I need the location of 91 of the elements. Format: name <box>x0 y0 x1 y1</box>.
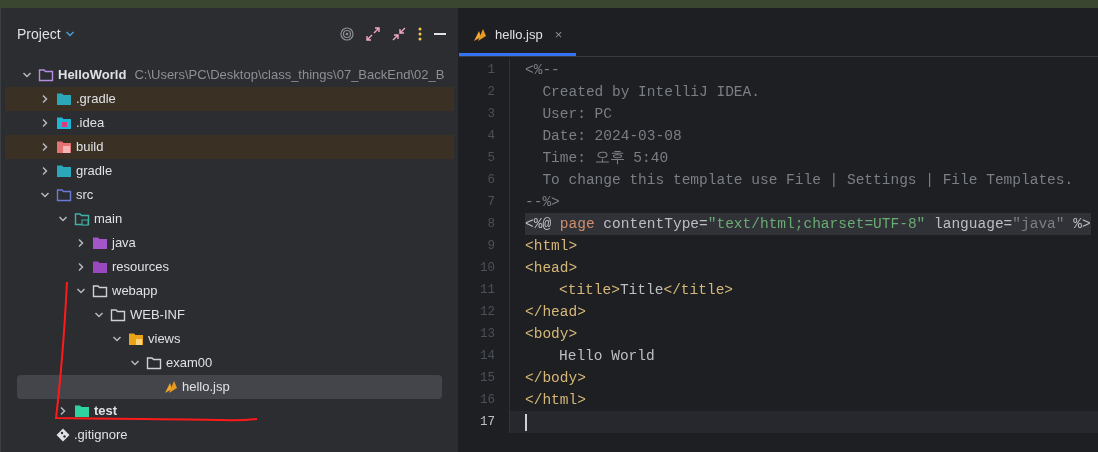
tree-item-label: WEB-INF <box>130 306 185 325</box>
tree-item[interactable]: gradle <box>5 159 454 183</box>
chevron-down-icon[interactable] <box>112 334 122 344</box>
code-line: Date: 2024-03-08 <box>541 127 682 146</box>
close-tab-button[interactable]: × <box>554 24 563 45</box>
folder-icon <box>110 308 126 322</box>
code-line: </body> <box>525 369 586 388</box>
folder-icon <box>56 140 72 154</box>
tree-item[interactable]: webapp <box>5 279 454 303</box>
chevron-down-icon[interactable] <box>58 214 68 224</box>
tree-item-label: src <box>76 186 94 205</box>
tree-item-label: hello.jsp <box>182 378 230 397</box>
collapse-icon[interactable] <box>392 27 406 41</box>
folder-icon <box>56 188 72 202</box>
project-path: C:\Users\PC\Desktop\class_things\07_BackEnd\02_B <box>134 66 445 85</box>
chevron-right-icon[interactable] <box>58 406 68 416</box>
folder-icon <box>92 284 108 298</box>
tree-item-label: .gitignore <box>74 426 128 445</box>
folder-icon <box>56 116 72 130</box>
line-number: 17 <box>479 413 496 431</box>
code-line: Created by IntelliJ IDEA. <box>541 83 760 102</box>
chevron-down-icon[interactable] <box>130 358 140 368</box>
chevron-right-icon[interactable] <box>40 166 50 176</box>
chevron-right-icon[interactable] <box>40 118 50 128</box>
folder-icon <box>128 332 144 346</box>
chevron-right-icon[interactable] <box>40 142 50 152</box>
tree-item[interactable]: WEB-INF <box>5 303 454 327</box>
tree-item[interactable]: build <box>5 135 454 159</box>
chevron-down-icon[interactable] <box>22 70 32 80</box>
tree-item[interactable]: main <box>5 207 454 231</box>
tree-item-label: webapp <box>112 282 158 301</box>
tree-item[interactable]: .gradle <box>5 87 454 111</box>
jsp-file-icon <box>473 27 487 42</box>
tree-item[interactable]: .gitignore <box>5 423 454 447</box>
tree-item-label: main <box>94 210 123 229</box>
tree-item-label: .idea <box>76 114 105 133</box>
code-line: </head> <box>525 303 586 322</box>
tree-item-label: gradle <box>76 162 113 181</box>
tree-item-label: build <box>76 138 104 157</box>
code-line: </html> <box>525 391 586 410</box>
chevron-down-icon[interactable] <box>94 310 104 320</box>
chevron-right-icon[interactable] <box>40 94 50 104</box>
tree-item-label: .gradle <box>76 90 116 109</box>
chevron-right-icon[interactable] <box>76 262 86 272</box>
code-line: To change this template use File | Settings | File Templates. <box>541 171 1074 190</box>
expand-icon[interactable] <box>366 27 380 41</box>
tree-item[interactable]: src <box>5 183 454 207</box>
code-line: <title>Title</title> <box>558 281 734 300</box>
tree-item-label: exam00 <box>166 354 213 373</box>
tree-item-label: java <box>112 234 136 253</box>
folder-icon <box>146 356 162 370</box>
git-icon <box>56 428 70 442</box>
code-line: <head> <box>525 259 578 278</box>
tree-item[interactable]: test <box>5 399 454 423</box>
text-cursor <box>525 413 527 431</box>
code-line: Hello World <box>558 347 655 366</box>
code-line: --%> <box>525 193 560 212</box>
chevron-right-icon[interactable] <box>76 238 86 248</box>
tree-item-label: views <box>148 330 181 349</box>
minimize-icon[interactable] <box>434 32 446 36</box>
editor-tab[interactable]: hello.jsp × <box>459 16 577 56</box>
code-line: <%-- <box>525 61 560 80</box>
code-line: <html> <box>525 237 578 256</box>
folder-icon <box>92 236 108 250</box>
tab-label: hello.jsp <box>495 25 543 44</box>
tree-item[interactable]: views <box>5 327 454 351</box>
tree-item[interactable]: java <box>5 231 454 255</box>
folder-icon <box>38 68 54 82</box>
folder-icon <box>92 260 108 274</box>
target-icon[interactable] <box>340 27 354 41</box>
code-line: User: PC <box>541 105 612 124</box>
tree-item[interactable]: .idea <box>5 111 454 135</box>
jsp-file-icon <box>164 380 178 394</box>
tree-item[interactable]: hello.jsp <box>17 375 442 399</box>
code-line: <body> <box>525 325 578 344</box>
project-view-dropdown[interactable]: Project <box>17 23 75 45</box>
tree-item[interactable]: HelloWorld C:\Users\PC\Desktop\class_things\07_BackEnd\02_B <box>5 63 454 87</box>
chevron-down-icon[interactable] <box>76 286 86 296</box>
chevron-down-icon <box>64 29 75 39</box>
chevron-down-icon[interactable] <box>40 190 50 200</box>
more-options-icon[interactable] <box>418 27 422 41</box>
folder-icon <box>74 404 90 418</box>
tree-item[interactable]: exam00 <box>5 351 454 375</box>
tree-item-label: test <box>94 402 118 421</box>
code-line: Time: 오후 5:40 <box>541 149 669 168</box>
folder-icon <box>56 92 72 106</box>
tree-item[interactable]: resources <box>5 255 454 279</box>
tree-item-label: resources <box>112 258 170 277</box>
tree-item-label: HelloWorld <box>58 66 127 85</box>
folder-icon <box>56 164 72 178</box>
folder-icon <box>74 212 90 226</box>
